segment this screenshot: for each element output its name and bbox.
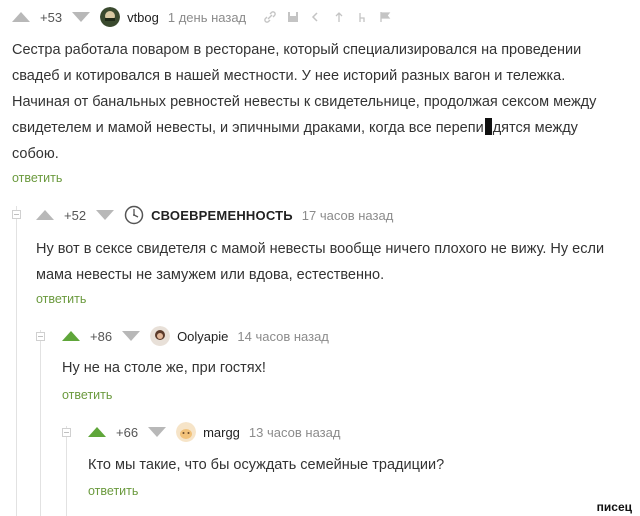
flag-icon[interactable] (378, 10, 392, 24)
comment-text-fragment: свидетелем и мамой невесты, и эпичными д… (12, 120, 484, 136)
comment-text-line: Ну не на столе же, при гостях! (62, 360, 266, 376)
comment-text-line: Начиная от банальных ревностей невесты к… (12, 94, 597, 110)
comment-rating: +52 (64, 207, 87, 223)
comment-meta: +66 margg 13 часов назад (88, 422, 340, 442)
comment-meta: +86 Oolyapie 14 часов назад (62, 326, 329, 346)
thread-branch-line (40, 330, 41, 516)
thread-branch-line (66, 426, 67, 516)
comment-tools (254, 10, 392, 24)
downvote-button[interactable] (148, 427, 167, 437)
watermark-logo: писец (596, 500, 632, 514)
comment-text-line: свадеб и котировался в нашей местности. … (12, 68, 566, 84)
downvote-button[interactable] (122, 331, 141, 341)
comment-text: Ну не на столе же, при гостях! (62, 355, 622, 381)
comment-meta: +53 vtbog 1 день назад (12, 7, 392, 27)
author-name[interactable]: margg (203, 425, 240, 440)
upvote-button[interactable] (12, 12, 30, 22)
avatar[interactable] (100, 7, 121, 27)
comment-meta: +52 СВОЕВРЕМЕННОСТЬ 17 часов назад (36, 205, 393, 225)
reply-link[interactable]: ответить (12, 171, 62, 185)
comment-time[interactable]: 14 часов назад (237, 329, 329, 344)
text-icon[interactable] (355, 10, 369, 24)
comment-text: Сестра работала поваром в ресторане, кот… (12, 37, 632, 167)
comment-text-line: Ну вот в сексе свидетеля с мамой невесты… (36, 241, 605, 257)
upvote-button[interactable] (88, 427, 106, 437)
comment-rating: +53 (40, 9, 63, 25)
comment-text-line: мама невесты не замужем или вдова, естес… (36, 267, 385, 283)
collapse-toggle[interactable] (62, 428, 71, 437)
comment-text-fragment: дятся между (492, 120, 578, 136)
comment-time[interactable]: 13 часов назад (249, 425, 341, 440)
comment-text: Ну вот в сексе свидетеля с мамой невесты… (36, 236, 636, 288)
clock-avatar-icon[interactable] (124, 205, 144, 225)
comment-text: Кто мы такие, что бы осуждать семейные т… (88, 452, 618, 478)
reply-link[interactable]: ответить (62, 388, 112, 402)
collapse-toggle[interactable] (36, 332, 45, 341)
avatar[interactable] (176, 422, 197, 442)
comment-rating: +86 (90, 328, 113, 344)
author-name[interactable]: СВОЕВРЕМЕННОСТЬ (151, 208, 293, 223)
comment-rating: +66 (116, 424, 139, 440)
up-icon[interactable] (332, 10, 346, 24)
thread-branch-line (16, 206, 17, 516)
back-icon[interactable] (309, 10, 323, 24)
comment-text-line: Сестра работала поваром в ресторане, кот… (12, 42, 582, 58)
author-name[interactable]: vtbog (127, 10, 159, 25)
reply-link[interactable]: ответить (36, 292, 86, 306)
upvote-button[interactable] (36, 210, 54, 220)
downvote-button[interactable] (96, 210, 115, 220)
save-icon[interactable] (286, 10, 300, 24)
comment-text-line: свидетелем и мамой невесты, и эпичными д… (12, 115, 632, 141)
comment-text-line: Кто мы такие, что бы осуждать семейные т… (88, 457, 445, 473)
collapse-toggle[interactable] (12, 210, 21, 219)
text-cursor (484, 118, 492, 135)
reply-link[interactable]: ответить (88, 484, 138, 498)
comment-time[interactable]: 17 часов назад (302, 208, 394, 223)
author-name[interactable]: Oolyapie (177, 329, 228, 344)
downvote-button[interactable] (72, 12, 91, 22)
upvote-button[interactable] (62, 331, 80, 341)
avatar[interactable] (150, 326, 171, 346)
comment-time[interactable]: 1 день назад (168, 10, 246, 25)
link-icon[interactable] (263, 10, 277, 24)
comment-text-line: собою. (12, 146, 59, 162)
